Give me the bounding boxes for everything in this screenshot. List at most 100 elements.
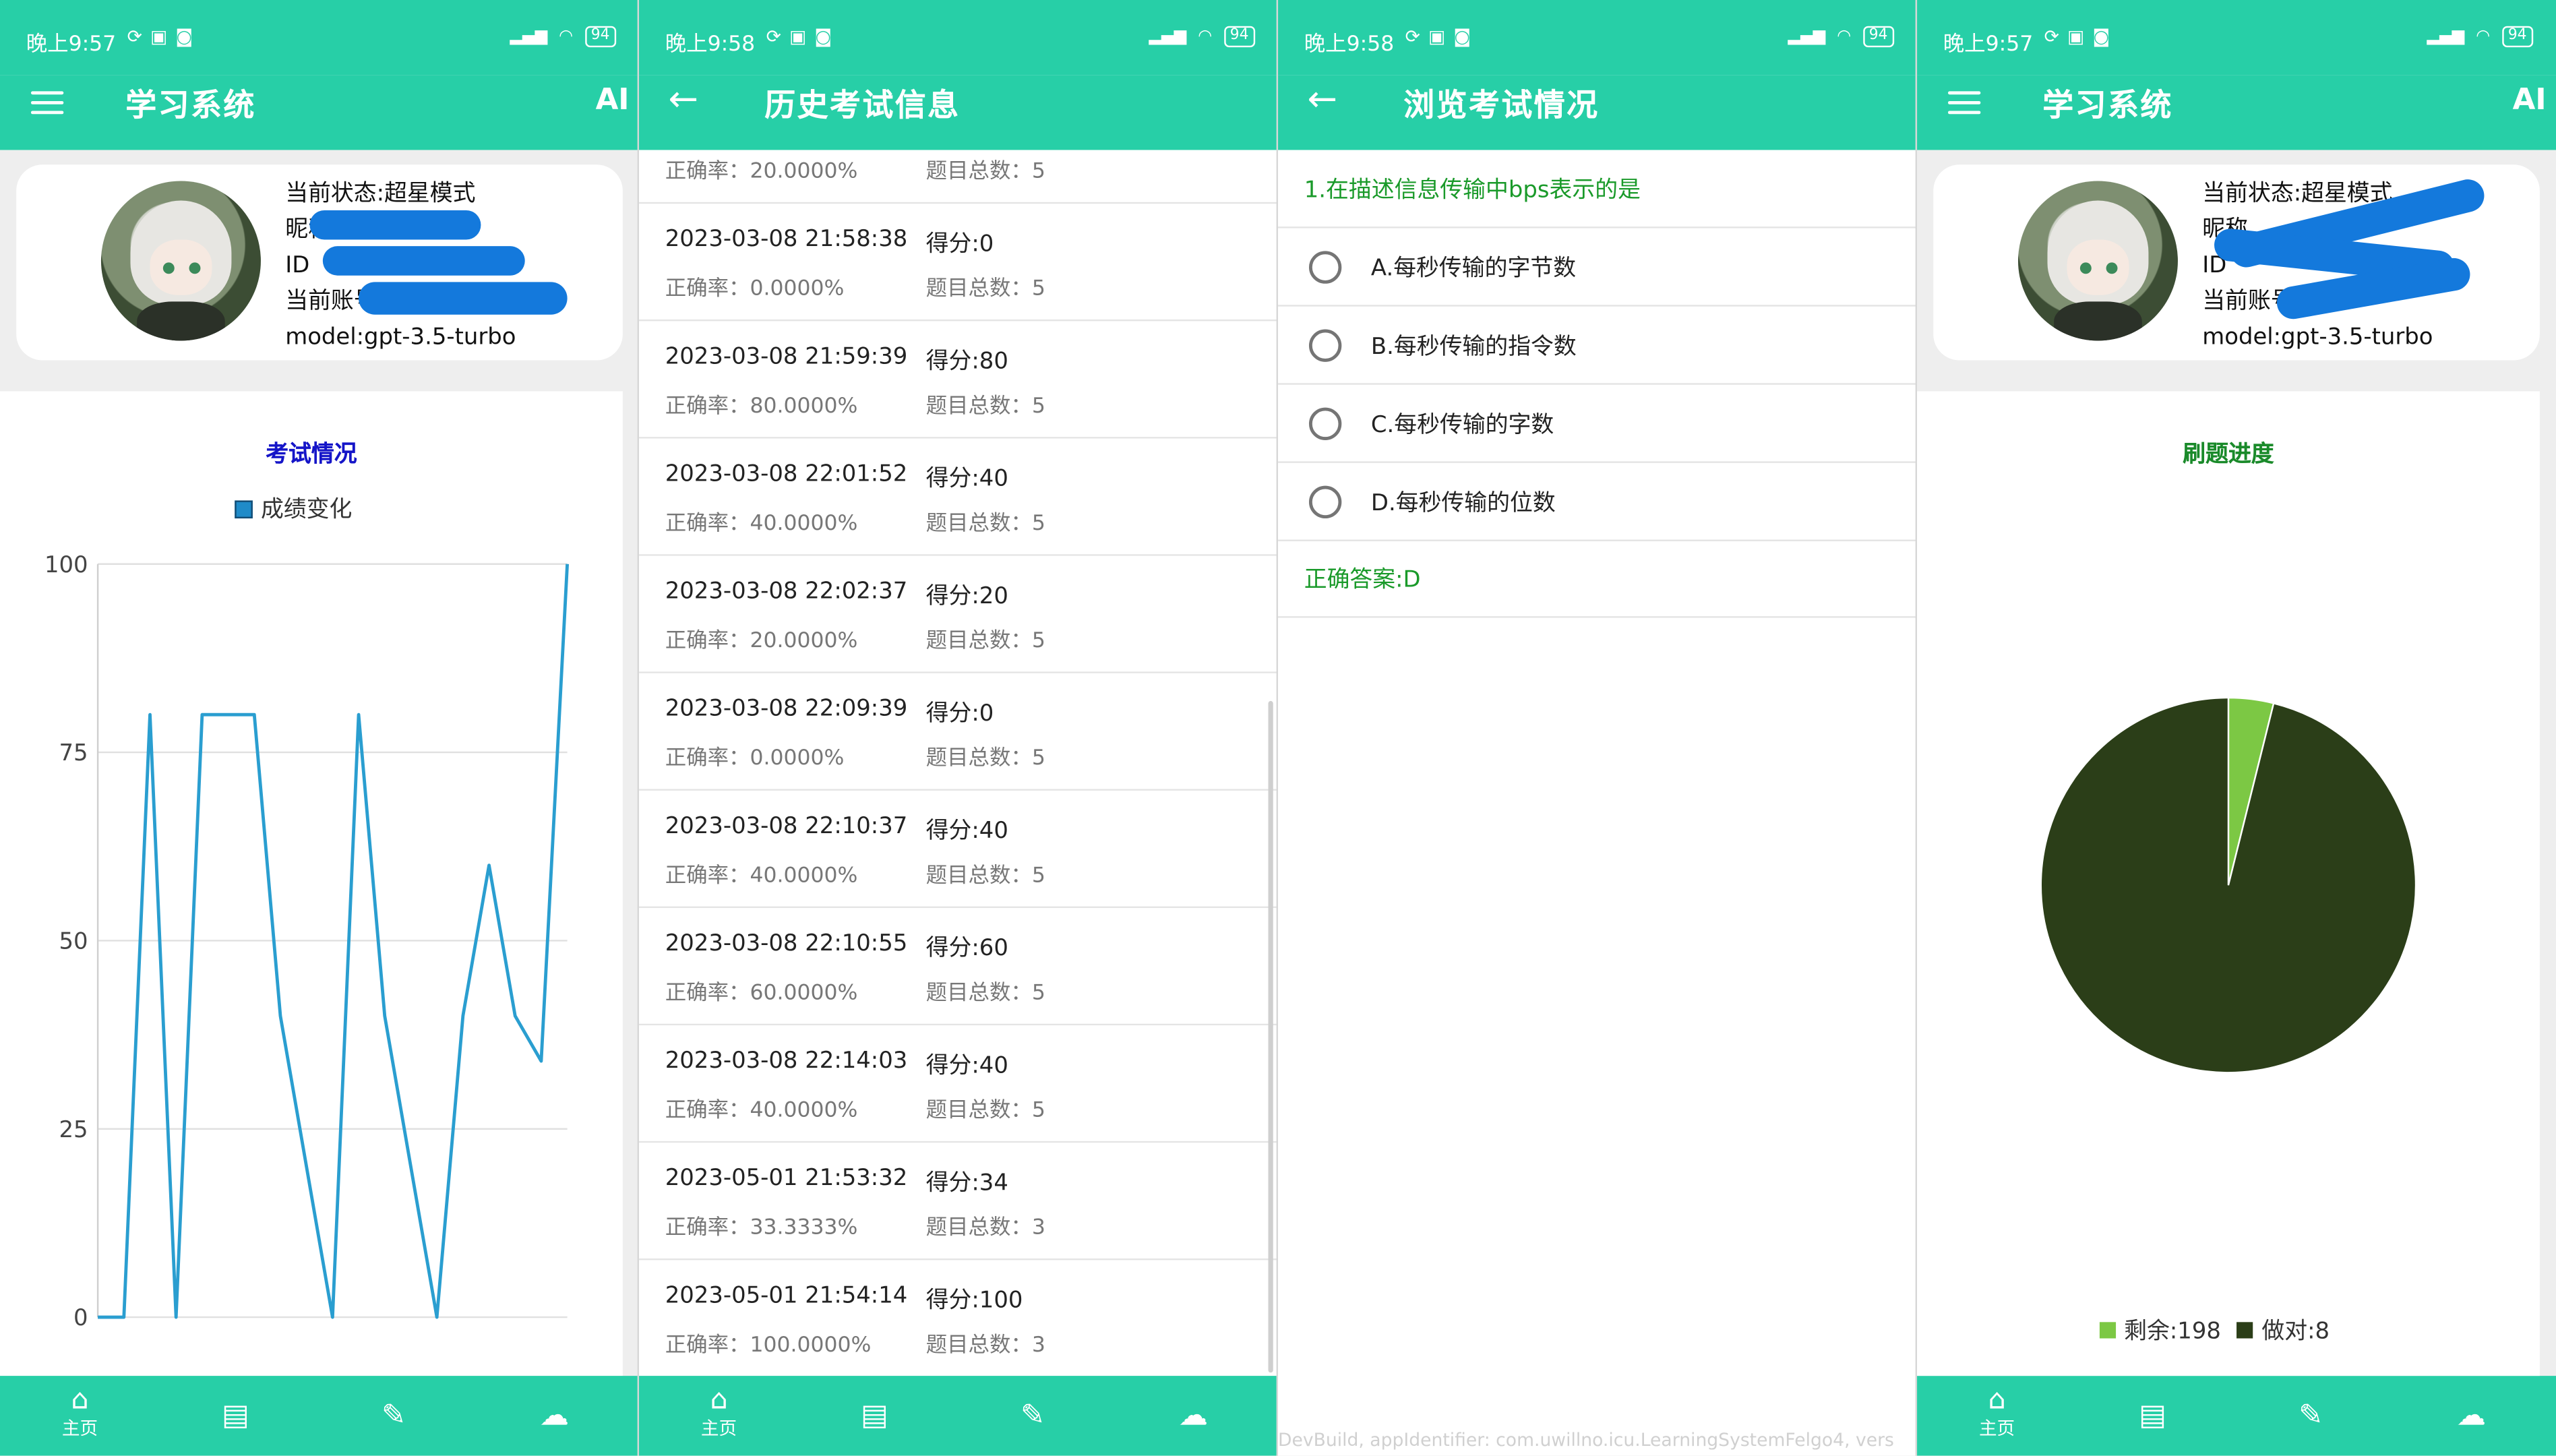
review-screen: 晚上9:58 ⟳ ▣ ◙ ▂▄▆ ◠ 94 ← 浏览考试情况 1.在描述信息传输中bps… — [1278, 0, 1918, 1456]
answer-text: 正确答案:D — [1304, 567, 1421, 594]
radio-icon[interactable] — [1308, 407, 1342, 440]
book-icon[interactable]: ▤ — [222, 1399, 249, 1433]
radio-icon[interactable] — [1308, 329, 1342, 362]
history-row[interactable]: 2023-03-08 22:09:39 得分:0 正确率：0.0000% 题目总数：5 — [639, 673, 1279, 791]
nav-home[interactable]: ⌂ 主页 — [62, 1386, 98, 1441]
system-icons: ▂▄▆ ◠ 94 — [2427, 26, 2534, 48]
redaction-scribble — [359, 282, 568, 315]
y-tick-label: 25 — [59, 1116, 88, 1143]
bottom-nav: ⌂ 主页 ▤ ✎ ☁ — [639, 1376, 1279, 1456]
status-time: 晚上9:57 — [1943, 32, 2034, 57]
pie-legend: 剩余:198 做对:8 — [2099, 1314, 2330, 1346]
exam-datetime: 2023-05-01 21:54:14 — [665, 1283, 908, 1309]
pencil-icon[interactable]: ✎ — [382, 1399, 406, 1433]
history-row[interactable]: 2023-03-08 22:01:52 得分:40 正确率：40.0000% 题目总数… — [639, 438, 1279, 556]
history-row[interactable]: 2023-03-08 21:59:39 得分:80 正确率：80.0000% 题目总数… — [639, 321, 1279, 439]
home-icon: ⌂ — [71, 1384, 89, 1417]
model-label: model:gpt-3.5-turbo — [2202, 324, 2433, 351]
y-tick-label: 100 — [44, 551, 88, 578]
history-row[interactable]: 2023-05-01 21:54:14 得分:100 正确率：100.0000% 题目… — [639, 1260, 1279, 1378]
app-bar: ← 历史考试信息 — [639, 75, 1279, 150]
page-title: 浏览考试情况 — [1403, 88, 1600, 124]
history-row[interactable]: 2023-03-08 22:02:37 得分:20 正确率：20.0000% 题目总数… — [639, 555, 1279, 673]
history-row[interactable]: 2023-03-08 21:58:38 得分:0 正确率：0.0000% 题目总数：5 — [639, 204, 1279, 322]
back-arrow-icon[interactable]: ← — [1308, 81, 1338, 121]
exam-datetime: 2023-03-08 22:10:37 — [665, 813, 908, 840]
progress-pie-chart — [2040, 696, 2417, 1074]
nav-home[interactable]: ⌂ 主页 — [1979, 1386, 2015, 1441]
history-row[interactable]: 正确率：20.0000% 题目总数：5 — [639, 150, 1279, 204]
question-count-text: 题目总数：5 — [925, 629, 1045, 654]
wechat-icon[interactable]: ☁ — [1179, 1399, 1209, 1433]
app-bar: 学习系统 AI — [1917, 75, 2556, 150]
y-tick-label: 0 — [73, 1304, 88, 1331]
history-row[interactable]: 2023-03-08 22:14:03 得分:40 正确率：40.0000% 题目总数… — [639, 1025, 1279, 1143]
home-screen: 晚上9:57 ⟳ ▣ ◙ ▂▄▆ ◠ 94 学习系统 AI 当前状态:超星模式 昵称 I… — [0, 0, 640, 1456]
signal-icon: ▂▄▆ — [510, 28, 548, 46]
menu-icon[interactable] — [30, 91, 64, 115]
option-b[interactable]: B.每秒传输的指令数 — [1278, 307, 1918, 385]
sync-icon: ⟳ — [2044, 26, 2059, 48]
accuracy-text: 正确率：20.0000% — [665, 629, 858, 654]
avatar — [100, 181, 261, 341]
option-c[interactable]: C.每秒传输的字数 — [1278, 385, 1918, 463]
progress-chart-card: 刷题进度 剩余:198 做对:8 — [1917, 391, 2540, 1376]
history-row[interactable]: 2023-05-01 21:53:32 得分:34 正确率：33.3333% 题目总数… — [639, 1143, 1279, 1261]
ai-button[interactable]: AI — [596, 83, 630, 117]
list-scrollbar[interactable] — [1268, 700, 1273, 1373]
app-title: 学习系统 — [2042, 88, 2173, 124]
notification-icons: ⟳ ▣ ◙ — [127, 26, 193, 47]
app-title: 学习系统 — [125, 88, 256, 124]
legend-label: 剩余:198 — [2124, 1318, 2221, 1345]
ai-button[interactable]: AI — [2513, 83, 2547, 117]
question-count-text: 题目总数：5 — [925, 746, 1045, 771]
status-bar: 晚上9:58 ⟳ ▣ ◙ ▂▄▆ ◠ 94 — [1278, 0, 1918, 75]
radio-icon[interactable] — [1308, 251, 1342, 284]
notification-icons: ⟳ ▣ ◙ — [2044, 26, 2110, 47]
signal-icon: ▂▄▆ — [1149, 28, 1187, 46]
wechat-icon[interactable]: ☁ — [539, 1399, 569, 1433]
question-count-text: 题目总数：3 — [925, 1333, 1045, 1358]
option-d[interactable]: D.每秒传输的位数 — [1278, 463, 1918, 541]
score-text: 得分:60 — [925, 936, 1008, 962]
back-arrow-icon[interactable]: ← — [669, 81, 699, 121]
pie-slice — [2040, 696, 2417, 1074]
app-icon: ◙ — [2092, 26, 2110, 48]
menu-icon[interactable] — [1947, 91, 1981, 115]
bottom-nav: ⌂ 主页 ▤ ✎ ☁ — [0, 1376, 640, 1456]
accuracy-text: 正确率：60.0000% — [665, 981, 858, 1006]
question-count-text: 题目总数：5 — [925, 160, 1045, 185]
nav-home[interactable]: ⌂ 主页 — [701, 1386, 737, 1441]
status-bar: 晚上9:58 ⟳ ▣ ◙ ▂▄▆ ◠ 94 — [639, 0, 1279, 75]
battery-icon: 94 — [1862, 26, 1895, 48]
app-icon: ▣ — [150, 26, 168, 48]
wifi-icon: ◠ — [1198, 28, 1213, 46]
exam-datetime: 2023-05-01 21:53:32 — [665, 1165, 908, 1192]
score-text: 得分:34 — [925, 1170, 1008, 1197]
bottom-nav: ⌂ 主页 ▤ ✎ ☁ — [1917, 1376, 2556, 1456]
score-text: 得分:0 — [925, 700, 994, 727]
legend-swatch — [2099, 1322, 2117, 1339]
history-row[interactable]: 2023-03-08 22:10:55 得分:60 正确率：60.0000% 题目总数… — [639, 908, 1279, 1026]
wifi-icon: ◠ — [2476, 28, 2491, 46]
score-text: 得分:40 — [925, 1053, 1008, 1079]
option-a[interactable]: A.每秒传输的字节数 — [1278, 229, 1918, 307]
question-count-text: 题目总数：5 — [925, 863, 1045, 889]
option-text: A.每秒传输的字节数 — [1370, 255, 1577, 282]
radio-icon[interactable] — [1308, 485, 1342, 519]
current-state: 当前状态:超星模式 — [285, 181, 476, 208]
pencil-icon[interactable]: ✎ — [1021, 1399, 1045, 1433]
accuracy-text: 正确率：40.0000% — [665, 863, 858, 889]
accuracy-text: 正确率：40.0000% — [665, 512, 858, 537]
wechat-icon[interactable]: ☁ — [2457, 1399, 2487, 1433]
redaction-scribble — [322, 246, 525, 276]
nav-home-label: 主页 — [700, 1418, 737, 1440]
score-line-chart: 0 25 50 75 100 — [44, 551, 570, 1331]
y-tick-label: 75 — [59, 739, 88, 766]
page-title: 历史考试信息 — [764, 88, 961, 124]
pencil-icon[interactable]: ✎ — [2299, 1399, 2323, 1433]
score-text: 得分:80 — [925, 348, 1008, 375]
book-icon[interactable]: ▤ — [2139, 1399, 2166, 1433]
history-row[interactable]: 2023-03-08 22:10:37 得分:40 正确率：40.0000% 题目总数… — [639, 790, 1279, 909]
book-icon[interactable]: ▤ — [861, 1399, 888, 1433]
